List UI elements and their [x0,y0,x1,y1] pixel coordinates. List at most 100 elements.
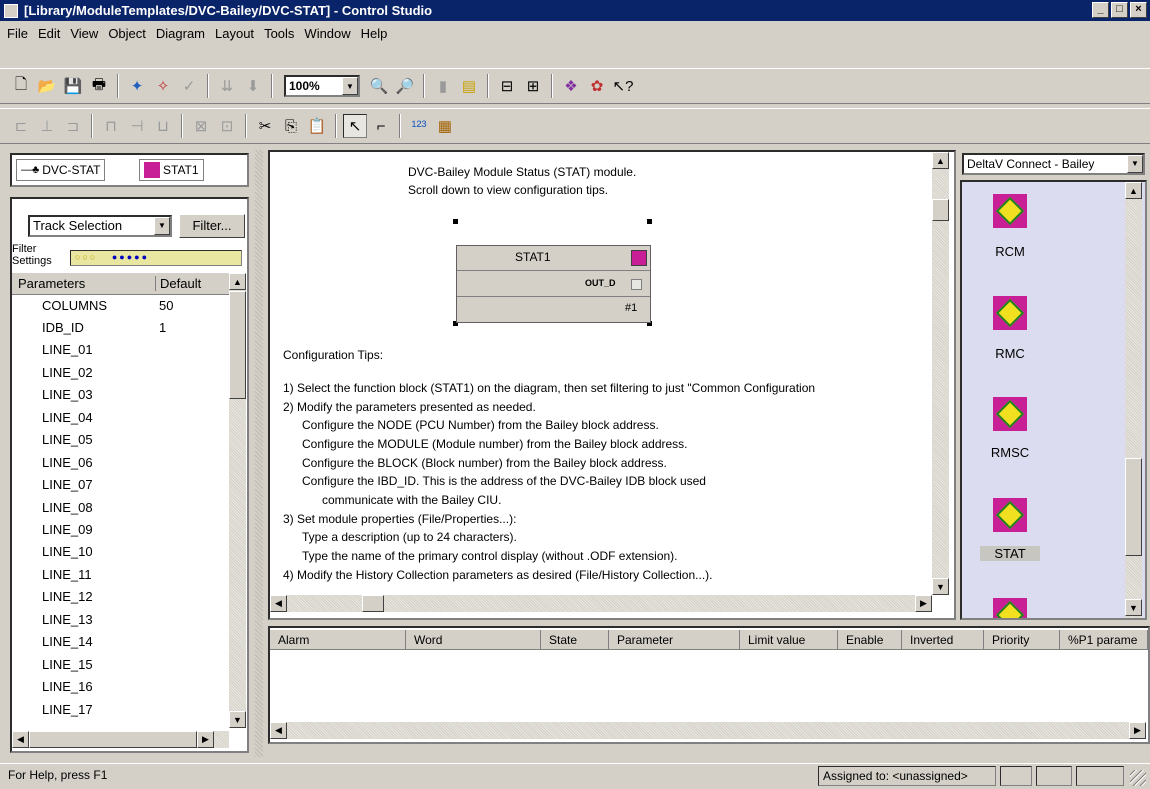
scroll-left-icon[interactable]: ◀ [12,731,29,748]
col-state[interactable]: State [541,630,609,650]
align-right-icon[interactable]: ⊐ [61,114,85,138]
parameter-row[interactable]: LINE_14 [42,631,93,653]
down-arrow-icon[interactable]: ⬇ [241,74,265,98]
col-alarm[interactable]: Alarm [270,630,406,650]
connect-icon[interactable]: ⌐ [369,114,393,138]
function-block-icon[interactable] [993,397,1027,431]
resize-grip-icon[interactable] [1130,770,1146,786]
menu-edit[interactable]: Edit [33,26,65,41]
menu-layout[interactable]: Layout [210,26,259,41]
parameter-row[interactable]: LINE_07 [42,474,93,496]
function-block-stat1[interactable]: STAT1 OUT_D #1 [456,245,651,323]
align-center-icon[interactable]: ⊥ [35,114,59,138]
col-word[interactable]: Word [406,630,541,650]
zoom-out-icon[interactable]: 🔍 [367,74,391,98]
new-icon[interactable]: 🗋 [9,74,33,98]
library-item-stat[interactable]: STAT [980,546,1040,561]
menu-file[interactable]: File [2,26,33,41]
vertical-splitter[interactable] [255,150,263,757]
scroll-down-icon[interactable]: ▼ [932,578,949,595]
align-top-icon[interactable]: ⊓ [99,114,123,138]
text-icon[interactable]: ¹²³ [407,114,431,138]
diagram-vscroll-thumb[interactable] [932,199,949,221]
parameter-row[interactable]: LINE_12 [42,586,93,608]
library-item-rmsc[interactable]: RMSC [980,445,1040,460]
function-block-icon[interactable] [993,498,1027,532]
same-height-icon[interactable]: ⊡ [215,114,239,138]
col-p1-parameter[interactable]: %P1 parame [1060,630,1148,650]
save-icon[interactable]: 💾 [61,74,85,98]
minimize-button[interactable]: _ [1092,2,1109,18]
books-icon[interactable]: ❖ [559,74,583,98]
left-pane-icon[interactable]: ▮ [431,74,455,98]
align-middle-icon[interactable]: ⊣ [125,114,149,138]
function-block-icon[interactable] [993,296,1027,330]
menu-object[interactable]: Object [103,26,151,41]
scroll-right-icon[interactable]: ▶ [1129,722,1146,739]
library-item-rmc[interactable]: RMC [980,346,1040,361]
split-view-icon[interactable]: ⊟ [495,74,519,98]
parameter-row[interactable]: LINE_17 [42,699,93,721]
parameter-row[interactable]: LINE_11 [42,564,92,586]
scroll-up-icon[interactable]: ▲ [932,152,949,169]
parameter-row[interactable]: LINE_06 [42,452,93,474]
align-left-icon[interactable]: ⊏ [9,114,33,138]
align-bottom-icon[interactable]: ⊔ [151,114,175,138]
selection-handle[interactable] [453,219,458,224]
col-enable[interactable]: Enable [838,630,902,650]
filter-indicator[interactable]: ○○○ ●●●●● [70,250,242,266]
col-limit-value[interactable]: Limit value [740,630,838,650]
function-block-icon[interactable] [993,194,1027,228]
parameter-row[interactable]: COLUMNS 50 [42,295,173,317]
parameter-scroll-thumb[interactable] [229,291,246,399]
library-item-rcm[interactable]: RCM [980,244,1040,259]
scroll-down-icon[interactable]: ▼ [1125,599,1142,616]
scroll-right-icon[interactable]: ▶ [915,595,932,612]
parameter-row[interactable]: LINE_08 [42,497,93,519]
diagram-hscroll-thumb[interactable] [362,595,384,612]
menu-help[interactable]: Help [356,26,393,41]
function-block-icon[interactable] [993,598,1027,618]
print-icon[interactable]: 🖶 [87,74,111,98]
assign-icon[interactable]: ✦ [125,74,149,98]
parameter-row[interactable]: LINE_13 [42,609,93,631]
pointer-icon[interactable]: ↖ [343,114,367,138]
chevron-down-icon[interactable]: ▼ [1127,155,1143,173]
col-default[interactable]: Default [155,276,201,291]
col-parameter[interactable]: Parameter [609,630,740,650]
scroll-right-icon[interactable]: ▶ [197,731,214,748]
download-icon[interactable]: ⇊ [215,74,239,98]
scroll-left-icon[interactable]: ◀ [270,722,287,739]
parameter-view-icon[interactable]: ▤ [457,74,481,98]
parameter-hscroll-thumb[interactable] [29,731,197,748]
context-help-icon[interactable]: ↖? [611,74,635,98]
parameter-row[interactable]: LINE_04 [42,407,93,429]
filter-button[interactable]: Filter... [179,214,245,238]
chevron-down-icon[interactable]: ▼ [342,77,358,95]
verify-icon[interactable]: ✓ [177,74,201,98]
close-button[interactable]: × [1130,2,1147,18]
tab-stat1[interactable]: STAT1 [139,159,204,181]
parameter-row[interactable]: LINE_16 [42,676,93,698]
parameter-row[interactable]: LINE_01 [42,339,93,361]
menu-view[interactable]: View [65,26,103,41]
scroll-left-icon[interactable]: ◀ [270,595,287,612]
parameter-row[interactable]: IDB_ID 1 [42,317,166,339]
chevron-down-icon[interactable]: ▼ [154,217,170,235]
scroll-down-icon[interactable]: ▼ [229,711,246,728]
menu-tools[interactable]: Tools [259,26,299,41]
scroll-up-icon[interactable]: ▲ [229,273,246,290]
parameter-row[interactable]: LINE_05 [42,429,93,451]
col-priority[interactable]: Priority [984,630,1060,650]
alarm-view-icon[interactable]: ⊞ [521,74,545,98]
table-icon[interactable]: ▦ [433,114,457,138]
tab-dvc-stat[interactable]: —♣ DVC-STAT [16,159,106,181]
output-connector[interactable] [631,279,642,290]
selection-handle[interactable] [647,219,652,224]
zoom-in-icon[interactable]: 🔎 [393,74,417,98]
library-select[interactable]: DeltaV Connect - Bailey ▼ [962,153,1145,175]
alarm-hscrollbar[interactable] [270,722,1146,739]
copy-icon[interactable]: ⎘ [279,114,303,138]
zoom-select[interactable]: 100% ▼ [284,75,360,97]
parameter-row[interactable]: LINE_10 [42,541,93,563]
